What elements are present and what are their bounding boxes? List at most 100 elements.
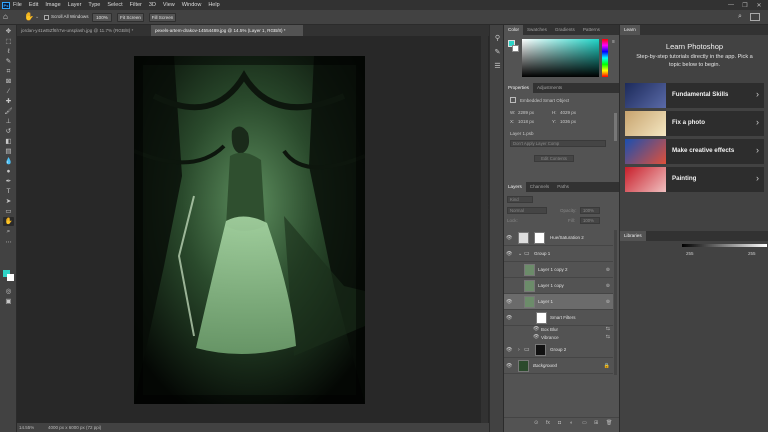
filter-row[interactable]: 👁 Box Blur ⇆ [504, 326, 613, 334]
tool-preset-chevron-icon[interactable]: ⌄ [35, 14, 39, 20]
add-mask-icon[interactable]: ◘ [558, 420, 561, 426]
healing-brush-tool-icon[interactable]: ✚ [3, 97, 14, 106]
restore-icon[interactable]: ❐ [738, 2, 752, 9]
tab-color[interactable]: Color [504, 25, 523, 35]
quick-mask-icon[interactable]: ◎ [3, 287, 14, 296]
layer-row[interactable]: Layer 1 copy 2 ⊚ [504, 262, 613, 278]
menu-image[interactable]: Image [45, 2, 60, 8]
move-tool-icon[interactable]: ✥ [3, 27, 14, 36]
x-value[interactable]: 1018 px [518, 119, 534, 124]
tab-adjustments[interactable]: Adjustments [533, 83, 566, 93]
menu-view[interactable]: View [163, 2, 175, 8]
visibility-eye-icon[interactable]: 👁 [506, 251, 512, 257]
layer-row[interactable]: 👁 › ▭ Group 2 [504, 342, 613, 358]
link-layers-icon[interactable]: ⊙ [534, 420, 538, 426]
fill-field[interactable]: 100% [580, 217, 600, 224]
home-icon[interactable]: ⌂ [3, 12, 13, 22]
more-tools-icon[interactable]: ⋯ [3, 238, 14, 247]
frame-tool-icon[interactable]: ⊠ [3, 77, 14, 86]
filter-options-icon[interactable]: ⇆ [606, 326, 610, 332]
hand-tool-icon[interactable]: ✋ [3, 217, 14, 226]
marquee-tool-icon[interactable]: ⬚ [3, 37, 14, 46]
canvas-area[interactable] [17, 36, 489, 423]
background-color-chip[interactable] [512, 45, 519, 52]
color-picker-field[interactable] [522, 39, 599, 77]
visibility-eye-icon[interactable] [506, 283, 512, 289]
learn-card-fix-a-photo[interactable]: Fix a photo › [625, 111, 764, 136]
brush-settings-panel-icon[interactable]: ✎ [493, 48, 502, 57]
layers-scrollbar[interactable] [614, 230, 617, 375]
panel-menu-icon[interactable]: ≡ [612, 39, 615, 45]
visibility-eye-icon[interactable]: 👁 [533, 326, 539, 332]
layer-row[interactable]: 👁 ⌄ ▭ Group 1 [504, 246, 613, 262]
group-collapsed-chevron-icon[interactable]: › [518, 347, 520, 353]
brush-tool-icon[interactable]: 🖌 [3, 107, 14, 116]
zoom-tool-icon[interactable]: ⌕ [3, 227, 14, 236]
visibility-eye-icon[interactable]: 👁 [506, 347, 512, 353]
layer-row[interactable]: 👁 Hue/Saturation 2 [504, 230, 613, 246]
width-value[interactable]: 2289 px [518, 110, 534, 115]
blend-mode-select[interactable]: Normal [507, 207, 547, 214]
minimize-icon[interactable]: — [724, 2, 738, 8]
visibility-eye-icon[interactable]: 👁 [506, 315, 512, 321]
opacity-field[interactable]: 100% [580, 207, 600, 214]
history-brush-tool-icon[interactable]: ↺ [3, 127, 14, 136]
menu-edit[interactable]: Edit [29, 2, 38, 8]
visibility-eye-icon[interactable]: 👁 [506, 363, 512, 369]
tab-libraries[interactable]: Libraries [620, 231, 646, 241]
blur-tool-icon[interactable]: 💧 [3, 157, 14, 166]
rectangle-tool-icon[interactable]: ▭ [3, 207, 14, 216]
learn-card-painting[interactable]: Painting › [625, 167, 764, 192]
layer-row[interactable]: Layer 1 copy ⊚ [504, 278, 613, 294]
y-value[interactable]: 1036 px [560, 119, 576, 124]
new-adjustment-icon[interactable]: ◐ [570, 420, 573, 426]
adjustments-panel-icon[interactable]: ☰ [493, 62, 502, 71]
tab-jordan-unsplash[interactable]: jordan-y41wt5Zf6h7w-unsplash.jpg @ 11.7%… [17, 25, 151, 36]
learn-card-fundamental-skills[interactable]: Fundamental Skills › [625, 83, 764, 108]
menu-layer[interactable]: Layer [68, 2, 82, 8]
tab-patterns[interactable]: Patterns [579, 25, 604, 35]
dodge-tool-icon[interactable]: ● [3, 167, 14, 176]
delete-layer-icon[interactable]: 🗑 [606, 420, 612, 426]
layer-row[interactable]: 👁 Smart Filters [504, 310, 613, 326]
new-group-icon[interactable]: ▭ [582, 420, 587, 426]
menu-select[interactable]: Select [107, 2, 122, 8]
quick-select-tool-icon[interactable]: ✎ [3, 57, 14, 66]
screen-mode-icon[interactable]: ▣ [3, 297, 14, 306]
tab-pexels-artem-drakov[interactable]: pexels-artem-drakov-14554489.jpg @ 14.5%… [151, 25, 303, 36]
eraser-tool-icon[interactable]: ◧ [3, 137, 14, 146]
tab-layers[interactable]: Layers [504, 182, 526, 192]
type-tool-icon[interactable]: T [3, 187, 14, 196]
fill-screen-button[interactable]: Fill Screen [149, 13, 176, 22]
background-color-swatch[interactable] [7, 274, 14, 281]
tab-paths[interactable]: Paths [553, 182, 573, 192]
close-icon[interactable]: ✕ [752, 2, 766, 9]
menu-filter[interactable]: Filter [130, 2, 142, 8]
filter-options-icon[interactable]: ⇆ [606, 334, 610, 340]
tab-swatches[interactable]: Swatches [523, 25, 551, 35]
lasso-tool-icon[interactable]: ℓ [3, 47, 14, 56]
tab-channels[interactable]: Channels [526, 182, 553, 192]
height-value[interactable]: 4029 px [560, 110, 576, 115]
hand-tool-icon[interactable]: ✋ [24, 12, 34, 22]
layer-style-icon[interactable]: fx [546, 420, 550, 426]
visibility-eye-icon[interactable]: 👁 [533, 334, 539, 340]
pen-tool-icon[interactable]: ✒ [3, 177, 14, 186]
layer-row[interactable]: 👁 Background 🔒 [504, 358, 613, 374]
history-panel-icon[interactable]: ⚲ [493, 34, 502, 43]
menu-file[interactable]: File [13, 2, 22, 8]
visibility-eye-icon[interactable]: 👁 [506, 235, 512, 241]
clone-stamp-tool-icon[interactable]: ⊥ [3, 117, 14, 126]
learn-card-creative-effects[interactable]: Make creative effects › [625, 139, 764, 164]
visibility-eye-icon[interactable]: 👁 [506, 299, 512, 305]
tab-gradients[interactable]: Gradients [551, 25, 579, 35]
menu-3d[interactable]: 3D [149, 2, 156, 8]
eyedropper-tool-icon[interactable]: ⁄ [3, 87, 14, 96]
tab-properties[interactable]: Properties [504, 83, 533, 93]
workspace-icon[interactable] [750, 13, 760, 21]
gradient-tool-icon[interactable]: ▤ [3, 147, 14, 156]
filter-row[interactable]: 👁 Vibrance ⇆ [504, 334, 613, 342]
menu-type[interactable]: Type [88, 2, 100, 8]
properties-scrollbar[interactable] [614, 113, 617, 141]
fit-screen-button[interactable]: Fit Screen [117, 13, 144, 22]
